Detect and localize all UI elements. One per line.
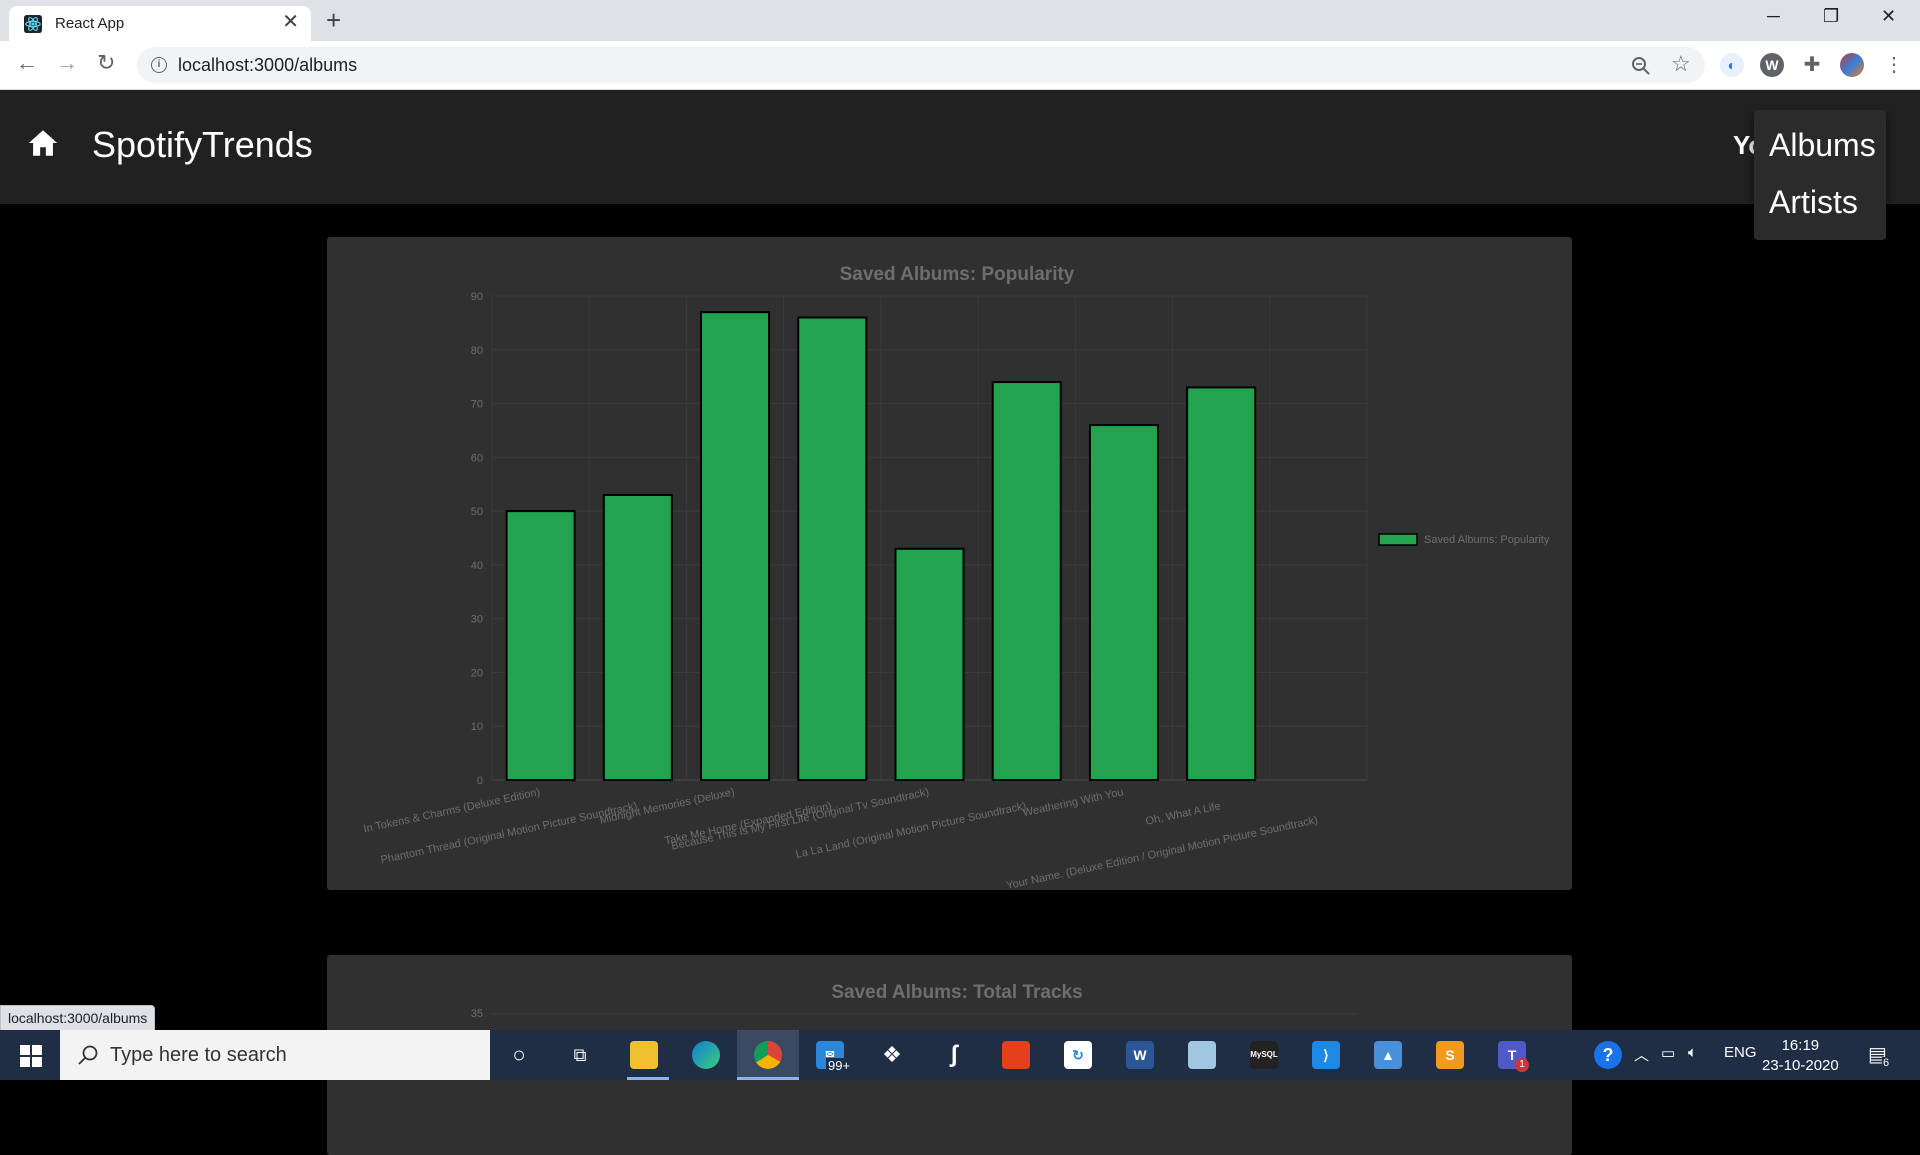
- popularity-chart-card: Saved Albums: Popularity 0 10 20 30 40 50 60 70…: [327, 237, 1572, 890]
- language-indicator[interactable]: ENG: [1724, 1044, 1757, 1061]
- clock-date: 23-10-2020: [1762, 1057, 1839, 1074]
- browser-tab[interactable]: React App ✕: [9, 6, 311, 41]
- file-explorer-icon[interactable]: [630, 1041, 658, 1069]
- teams-badge: 1: [1515, 1058, 1529, 1072]
- tab-close-icon[interactable]: ✕: [282, 11, 299, 33]
- sublime-icon[interactable]: S: [1436, 1041, 1464, 1069]
- x-tick-label: Oh, What A Life: [1145, 800, 1222, 828]
- extension-icon[interactable]: ◐: [1720, 53, 1744, 77]
- windows-taskbar: Type here to search ○ ⧉ ✉ 99+ ❖ ʃ ↻ W My…: [0, 1030, 1920, 1080]
- app-s-icon[interactable]: ʃ: [940, 1041, 968, 1069]
- battery-icon[interactable]: ▭: [1661, 1044, 1675, 1062]
- chrome-icon[interactable]: [754, 1041, 782, 1069]
- minimize-icon[interactable]: ─: [1767, 6, 1780, 27]
- chart-title: Saved Albums: Popularity: [840, 264, 1075, 285]
- bar: [602, 493, 673, 781]
- url-text[interactable]: localhost:3000/albums: [178, 55, 357, 76]
- bar: [1088, 424, 1159, 781]
- app-sync-icon[interactable]: ↻: [1064, 1041, 1092, 1069]
- bookmark-star-icon[interactable]: ☆: [1671, 51, 1691, 77]
- x-tick-label: Your Name. (Deluxe Edition / Original Mo…: [1005, 814, 1319, 890]
- legend-label: Saved Albums: Popularity: [1424, 534, 1550, 546]
- word-icon[interactable]: W: [1126, 1041, 1154, 1069]
- nav-dropdown-menu: Albums Artists: [1754, 110, 1886, 240]
- bar: [505, 510, 576, 781]
- edge-icon[interactable]: [692, 1041, 720, 1069]
- x-tick-label: Phantom Thread (Original Motion Picture …: [380, 800, 639, 866]
- info-icon[interactable]: i: [151, 57, 167, 73]
- y-tick-label: 20: [471, 667, 483, 679]
- puzzle-icon[interactable]: ✚: [1800, 53, 1824, 77]
- y-tick-label: 0: [477, 775, 483, 787]
- chart-title: Saved Albums: Total Tracks: [831, 982, 1082, 1003]
- x-tick-label: Weathering With You: [1022, 786, 1125, 819]
- status-url-tooltip: localhost:3000/albums: [0, 1005, 156, 1031]
- wordpress-icon[interactable]: W: [1760, 53, 1784, 77]
- y-tick-label: 40: [471, 560, 483, 572]
- mysql-icon[interactable]: MySQL: [1250, 1041, 1278, 1069]
- menu-item-albums[interactable]: Albums: [1769, 127, 1876, 164]
- legend-swatch: [1378, 533, 1418, 546]
- react-icon: [24, 15, 42, 33]
- y-tick-label: 10: [471, 721, 483, 733]
- clock-time: 16:19: [1781, 1037, 1820, 1054]
- help-icon[interactable]: ?: [1594, 1041, 1622, 1069]
- bar: [700, 311, 771, 781]
- home-icon[interactable]: [26, 126, 60, 160]
- forward-icon[interactable]: →: [56, 51, 78, 75]
- y-tick-label: 60: [471, 452, 483, 464]
- bar: [1186, 386, 1257, 782]
- browser-toolbar: ← → ↻ i localhost:3000/albums ☆ ◐ W ✚ ⋮: [0, 41, 1920, 90]
- reload-icon[interactable]: ↻: [97, 51, 115, 75]
- windows-start-icon[interactable]: [20, 1045, 42, 1067]
- browser-tabstrip: React App ✕ + ─ ❐ ✕: [0, 0, 1920, 41]
- y-tick-label: 35: [471, 1008, 483, 1020]
- zoom-icon[interactable]: [1631, 56, 1651, 76]
- clock[interactable]: 16:19 23-10-2020: [1762, 1036, 1839, 1076]
- office-icon[interactable]: [1002, 1041, 1030, 1069]
- address-bar[interactable]: i localhost:3000/albums ☆: [137, 47, 1705, 83]
- new-tab-icon[interactable]: +: [326, 6, 341, 34]
- bar: [894, 547, 965, 781]
- tab-title: React App: [55, 15, 125, 32]
- avatar[interactable]: [1840, 53, 1864, 77]
- y-tick-label: 90: [471, 291, 483, 303]
- menu-item-artists[interactable]: Artists: [1769, 184, 1858, 221]
- y-tick-label: 70: [471, 399, 483, 411]
- task-view-icon[interactable]: ⧉: [566, 1041, 594, 1069]
- app-header: SpotifyTrends Yo: [0, 90, 1920, 204]
- y-tick-label: 50: [471, 506, 483, 518]
- y-tick-label: 80: [471, 345, 483, 357]
- notification-badge: 6: [1882, 1057, 1891, 1069]
- volume-icon[interactable]: 🔈︎: [1688, 1044, 1697, 1061]
- show-hidden-icons-icon[interactable]: ︿: [1634, 1044, 1649, 1065]
- photos-icon[interactable]: ▲: [1374, 1041, 1402, 1069]
- taskbar-search-box[interactable]: Type here to search: [60, 1030, 490, 1080]
- bar: [797, 316, 868, 781]
- more-menu-icon[interactable]: ⋮: [1882, 53, 1906, 77]
- dropbox-icon[interactable]: ❖: [878, 1041, 906, 1069]
- cortana-icon[interactable]: ○: [505, 1041, 533, 1069]
- search-icon: [78, 1045, 98, 1065]
- bar: [991, 381, 1062, 782]
- y-tick-label: 30: [471, 614, 483, 626]
- restore-icon[interactable]: ❐: [1823, 6, 1839, 27]
- popularity-chart: Saved Albums: Popularity 0 10 20 30 40 50 60 70…: [363, 264, 1550, 890]
- vscode-icon[interactable]: ⟩: [1312, 1041, 1340, 1069]
- notepad-icon[interactable]: [1188, 1041, 1216, 1069]
- brand-title[interactable]: SpotifyTrends: [92, 124, 313, 166]
- mail-badge: 99+: [826, 1058, 853, 1073]
- window-close-icon[interactable]: ✕: [1881, 6, 1896, 27]
- back-icon[interactable]: ←: [16, 51, 38, 75]
- search-placeholder: Type here to search: [110, 1044, 287, 1066]
